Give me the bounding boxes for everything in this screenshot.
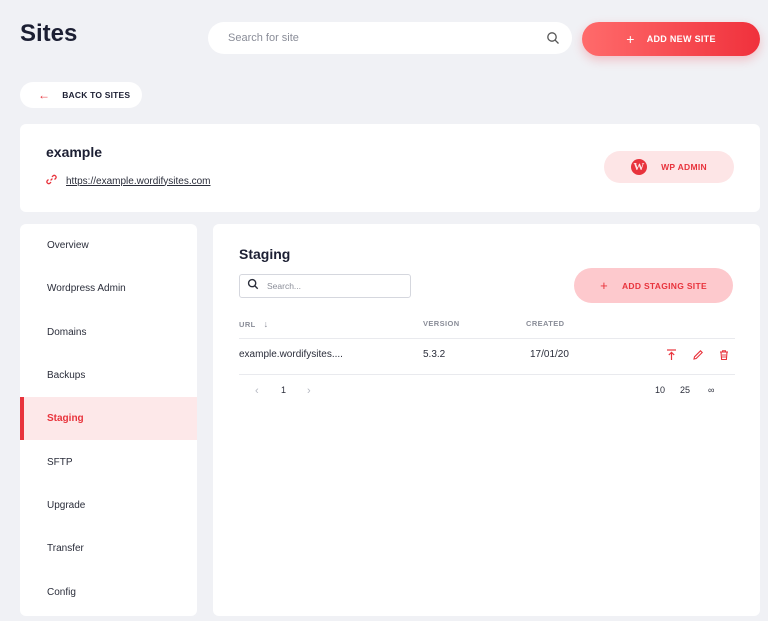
back-to-sites-button[interactable]: ← BACK TO SITES xyxy=(20,82,142,108)
page-size-option[interactable]: 25 xyxy=(680,385,690,395)
column-header-url[interactable]: URL ↓ xyxy=(239,319,269,329)
add-staging-site-button[interactable]: + ADD STAGING SITE xyxy=(574,268,733,303)
page-title: Sites xyxy=(20,20,78,47)
wordpress-icon: W xyxy=(631,159,648,175)
edit-pencil-icon[interactable] xyxy=(691,348,704,361)
column-header-url-label: URL xyxy=(239,320,256,329)
column-header-version: VERSION xyxy=(423,319,460,328)
sidebar-item-transfer[interactable]: Transfer xyxy=(20,527,197,570)
staging-row-url: example.wordifysites.... xyxy=(239,349,343,360)
staging-row-created: 17/01/20 xyxy=(530,349,569,360)
staging-search-box[interactable] xyxy=(239,274,411,298)
site-info-card: example https://example.wordifysites.com… xyxy=(20,124,760,212)
plus-icon: + xyxy=(626,31,635,47)
pagination-next-icon[interactable]: › xyxy=(307,385,311,397)
site-name: example xyxy=(46,144,103,160)
staging-row-actions xyxy=(665,348,730,361)
panel-title: Staging xyxy=(239,246,291,262)
wp-admin-label: WP ADMIN xyxy=(661,162,707,172)
sidebar-item-upgrade[interactable]: Upgrade xyxy=(20,484,197,527)
page-size-option[interactable]: ∞ xyxy=(708,385,714,395)
sidebar-item-backups[interactable]: Backups xyxy=(20,354,197,397)
staging-panel: Staging + ADD STAGING SITE URL↓ VERSION … xyxy=(213,224,760,616)
staging-search-input[interactable] xyxy=(267,281,397,291)
pagination-prev-icon[interactable]: ‹ xyxy=(255,385,259,397)
site-sidebar-nav: Overview Wordpress Admin Domains Backups… xyxy=(20,224,197,616)
table-divider xyxy=(239,338,735,339)
search-icon xyxy=(247,277,259,295)
site-url-text[interactable]: https://example.wordifysites.com xyxy=(66,176,211,187)
sidebar-item-wordpress-admin[interactable]: Wordpress Admin xyxy=(20,267,197,310)
site-url-link[interactable]: https://example.wordifysites.com xyxy=(46,174,211,188)
column-header-created: CREATED xyxy=(526,319,565,328)
sidebar-item-overview[interactable]: Overview xyxy=(20,224,197,267)
sort-arrow-icon[interactable]: ↓ xyxy=(264,319,269,329)
link-icon xyxy=(46,174,57,188)
page-size-option[interactable]: 10 xyxy=(655,385,665,395)
plus-icon: + xyxy=(600,278,608,293)
back-to-sites-label: BACK TO SITES xyxy=(62,90,131,100)
sidebar-item-domains[interactable]: Domains xyxy=(20,311,197,354)
add-new-site-button[interactable]: + ADD NEW SITE xyxy=(582,22,760,56)
add-staging-site-label: ADD STAGING SITE xyxy=(621,280,707,291)
sidebar-item-config[interactable]: Config xyxy=(20,570,197,613)
push-to-live-icon[interactable] xyxy=(665,348,678,361)
trash-icon[interactable] xyxy=(717,348,730,361)
pagination-current-page[interactable]: 1 xyxy=(281,385,286,395)
staging-row-version: 5.3.2 xyxy=(423,349,446,360)
site-search-box[interactable] xyxy=(208,22,572,54)
arrow-left-icon: ← xyxy=(38,88,51,102)
add-new-site-label: ADD NEW SITE xyxy=(646,34,716,44)
search-icon[interactable] xyxy=(546,31,560,45)
sidebar-item-staging[interactable]: Staging xyxy=(20,397,197,441)
table-divider xyxy=(239,374,735,375)
wp-admin-button[interactable]: W WP ADMIN xyxy=(604,151,734,183)
sidebar-item-sftp[interactable]: SFTP xyxy=(20,440,197,483)
site-search-input[interactable] xyxy=(228,32,546,44)
